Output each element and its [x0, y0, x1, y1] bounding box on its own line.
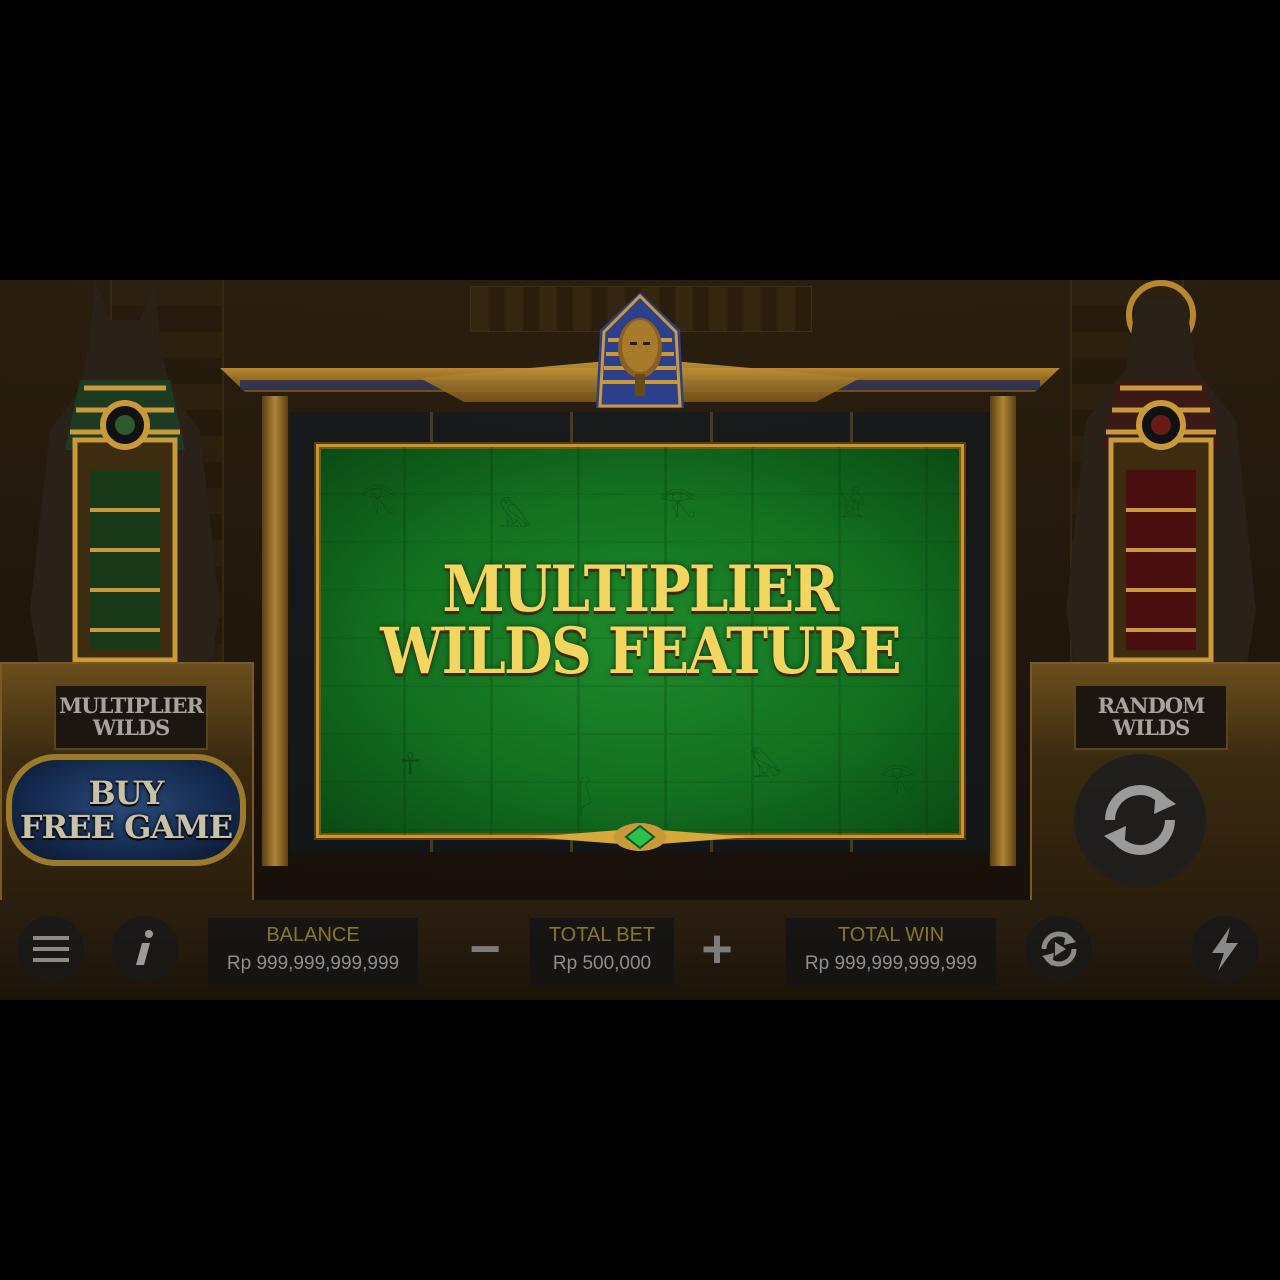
popup-title-line: MULTIPLIER: [442, 552, 839, 627]
total-bet-panel: TOTAL BET Rp 500,000: [530, 918, 674, 986]
total-win-panel: TOTAL WIN Rp 999,999,999,999: [786, 918, 996, 986]
spin-button[interactable]: [1074, 754, 1206, 886]
seated-figure-glyph-icon: 𓀀: [839, 490, 866, 525]
plaque-line: MULTIPLIER: [59, 693, 204, 718]
info-button[interactable]: [112, 916, 178, 982]
turbo-button[interactable]: [1192, 916, 1258, 982]
bird-glyph-icon: 𓅓: [499, 500, 533, 535]
feather-glyph-icon: 𓆄: [579, 780, 593, 815]
buy-button-line: BUY: [88, 774, 165, 812]
autoplay-icon: [1041, 931, 1077, 967]
spin-icon: [1104, 785, 1176, 855]
popup-title-line: WILDS FEATURE: [380, 614, 901, 689]
game-stage: MULTIPLIER WILDS RANDOM WILDS BUY FREE GAM…: [0, 280, 1280, 1000]
pillar-right: [990, 396, 1016, 866]
info-icon: [136, 930, 153, 965]
buy-free-game-button[interactable]: BUY FREE GAME: [6, 754, 246, 866]
multiplier-wilds-plaque: MULTIPLIER WILDS: [54, 684, 208, 750]
bird-glyph-icon: 𓅃: [749, 750, 783, 785]
eye-glyph-icon: 𓂀: [879, 760, 917, 795]
autoplay-button[interactable]: [1026, 916, 1092, 982]
horus-statue: [1066, 280, 1256, 670]
total-win-value: Rp 999,999,999,999: [804, 953, 978, 974]
anubis-statue: [30, 280, 220, 670]
ankh-glyph-icon: ☥: [399, 747, 422, 782]
total-bet-value: Rp 500,000: [552, 953, 652, 974]
plaque-line: WILDS: [1112, 715, 1191, 740]
menu-button[interactable]: [18, 916, 84, 982]
random-wilds-plaque: RANDOM WILDS: [1074, 684, 1228, 750]
balance-panel: BALANCE Rp 999,999,999,999: [208, 918, 418, 986]
turbo-icon: [1212, 927, 1238, 971]
buy-button-line: FREE GAME: [19, 808, 233, 846]
plaque-line: WILDS: [92, 715, 171, 740]
plaque-line: RANDOM: [1097, 693, 1206, 718]
pharaoh-head: [596, 292, 684, 408]
menu-icon: [33, 936, 69, 962]
popup-title: MULTIPLIER WILDS FEATURE: [358, 552, 923, 689]
eye-glyph-icon: 𓂀: [659, 484, 697, 519]
feature-popup[interactable]: 𓂀 𓅓 𓂀 𓀀 ☥ 𓆄 𓅃 𓂀 MULTIPLIER WILDS FEATURE: [316, 444, 964, 838]
increase-bet-button[interactable]: +: [692, 922, 742, 976]
balance-value: Rp 999,999,999,999: [226, 953, 400, 974]
pillar-left: [262, 396, 288, 866]
eye-glyph-icon: 𓂀: [359, 480, 397, 515]
total-bet-label: TOTAL BET: [548, 924, 656, 946]
gem-ornament: [530, 823, 750, 851]
decrease-bet-button[interactable]: −: [460, 922, 510, 976]
total-win-label: TOTAL WIN: [837, 924, 945, 946]
balance-label: BALANCE: [266, 924, 360, 946]
